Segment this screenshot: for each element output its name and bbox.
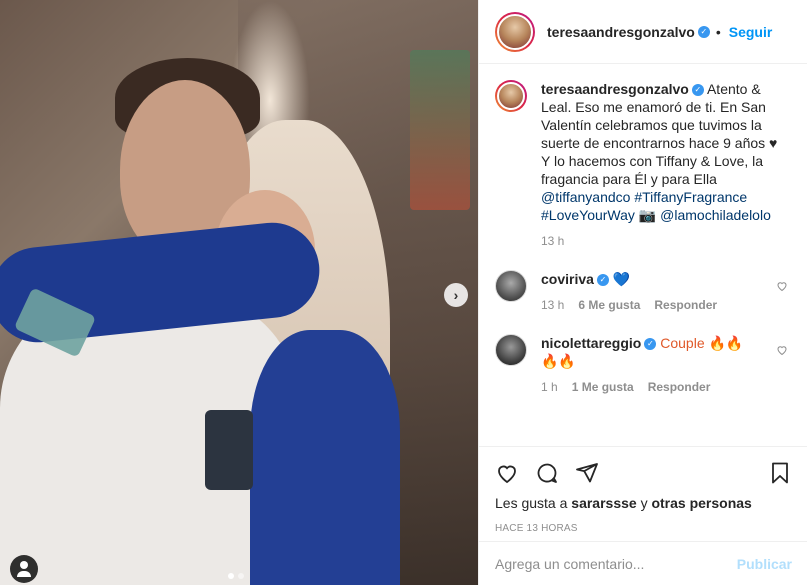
mention-link[interactable]: @tiffanyandco xyxy=(541,189,630,205)
liker-username[interactable]: sararssse xyxy=(571,495,636,511)
comment-text: 💙 xyxy=(612,271,631,287)
photo-poster xyxy=(410,50,470,210)
carousel-dot-active xyxy=(228,573,234,579)
comment-like-heart-icon[interactable] xyxy=(776,280,788,292)
mention-link[interactable]: @lamochiladelolo xyxy=(660,207,771,223)
separator-dot: • xyxy=(715,23,721,40)
user-tag-icon[interactable] xyxy=(10,555,38,583)
reply-button[interactable]: Responder xyxy=(648,380,711,394)
comment-likes[interactable]: 6 Me gusta xyxy=(578,298,640,312)
comment-icon[interactable] xyxy=(535,461,559,485)
post-photo[interactable]: › xyxy=(0,0,478,585)
verified-badge-icon: ✓ xyxy=(691,84,704,97)
comment-item: nicolettareggio ✓ Couple 🔥🔥 🔥🔥 1 h 1 Me g… xyxy=(495,334,792,394)
heart-icon[interactable] xyxy=(495,461,519,485)
post-actions: Les gusta a sararssse y otras personas H… xyxy=(479,446,807,534)
reply-button[interactable]: Responder xyxy=(654,298,717,312)
likes-prefix: Les gusta a xyxy=(495,495,572,511)
comment-item: coviriva ✓ 💙 13 h 6 Me gusta Responder xyxy=(495,270,792,312)
comment-likes[interactable]: 1 Me gusta xyxy=(572,380,634,394)
comment-input[interactable] xyxy=(495,555,737,572)
add-comment-bar: Publicar xyxy=(479,541,807,585)
post-timestamp[interactable]: HACE 13 HORAS xyxy=(495,523,792,534)
post-side-panel: teresaandresgonzalvo ✓ • Seguir teresaan… xyxy=(478,0,807,585)
photo-perfume-bottle xyxy=(205,410,253,490)
post-header: teresaandresgonzalvo ✓ • Seguir xyxy=(479,0,807,64)
comment-username[interactable]: nicolettareggio xyxy=(541,335,641,351)
likes-summary: Les gusta a sararssse y otras personas xyxy=(495,495,792,511)
carousel-indicator xyxy=(228,573,244,579)
comment-time[interactable]: 1 h xyxy=(541,380,558,394)
photo-blue-dress xyxy=(250,330,400,585)
verified-badge-icon: ✓ xyxy=(596,274,609,287)
avatar[interactable] xyxy=(495,334,527,366)
comment-username[interactable]: coviriva xyxy=(541,271,594,287)
caption-body-2: Y lo hacemos con Tiffany & Love, la frag… xyxy=(541,153,764,187)
verified-badge-icon: ✓ xyxy=(644,338,657,351)
hashtag-link[interactable]: #TiffanyFragrance xyxy=(634,189,747,205)
caption-username[interactable]: teresaandresgonzalvo xyxy=(541,81,689,97)
caption: teresaandresgonzalvo ✓ Atento & Leal. Eso… xyxy=(495,80,792,248)
likes-conjunction: y xyxy=(636,495,652,511)
comment-like-heart-icon[interactable] xyxy=(776,344,788,356)
bookmark-icon[interactable] xyxy=(768,461,792,485)
verified-badge-icon: ✓ xyxy=(697,25,710,38)
comments-list[interactable]: teresaandresgonzalvo ✓ Atento & Leal. Eso… xyxy=(479,64,807,446)
avatar[interactable] xyxy=(495,11,535,52)
heart-emoji: ♥ xyxy=(769,135,778,151)
comment-time[interactable]: 13 h xyxy=(541,298,564,312)
caption-text: teresaandresgonzalvo ✓ Atento & Leal. Eso… xyxy=(541,80,786,224)
avatar[interactable] xyxy=(495,80,527,112)
hashtag-link[interactable]: #LoveYourWay xyxy=(541,207,635,223)
instagram-post-view: › teresaandresgonzalvo ✓ • Seguir teresa… xyxy=(0,0,807,585)
publish-button[interactable]: Publicar xyxy=(737,556,792,572)
follow-button[interactable]: Seguir xyxy=(729,24,773,40)
camera-emoji: 📷 xyxy=(638,207,657,223)
share-icon[interactable] xyxy=(575,461,599,485)
carousel-dot xyxy=(238,573,244,579)
avatar[interactable] xyxy=(495,270,527,302)
other-likers-link[interactable]: otras personas xyxy=(651,495,751,511)
caption-time[interactable]: 13 h xyxy=(541,234,564,248)
author-username[interactable]: teresaandresgonzalvo xyxy=(547,24,695,40)
chevron-right-icon[interactable]: › xyxy=(444,283,468,307)
